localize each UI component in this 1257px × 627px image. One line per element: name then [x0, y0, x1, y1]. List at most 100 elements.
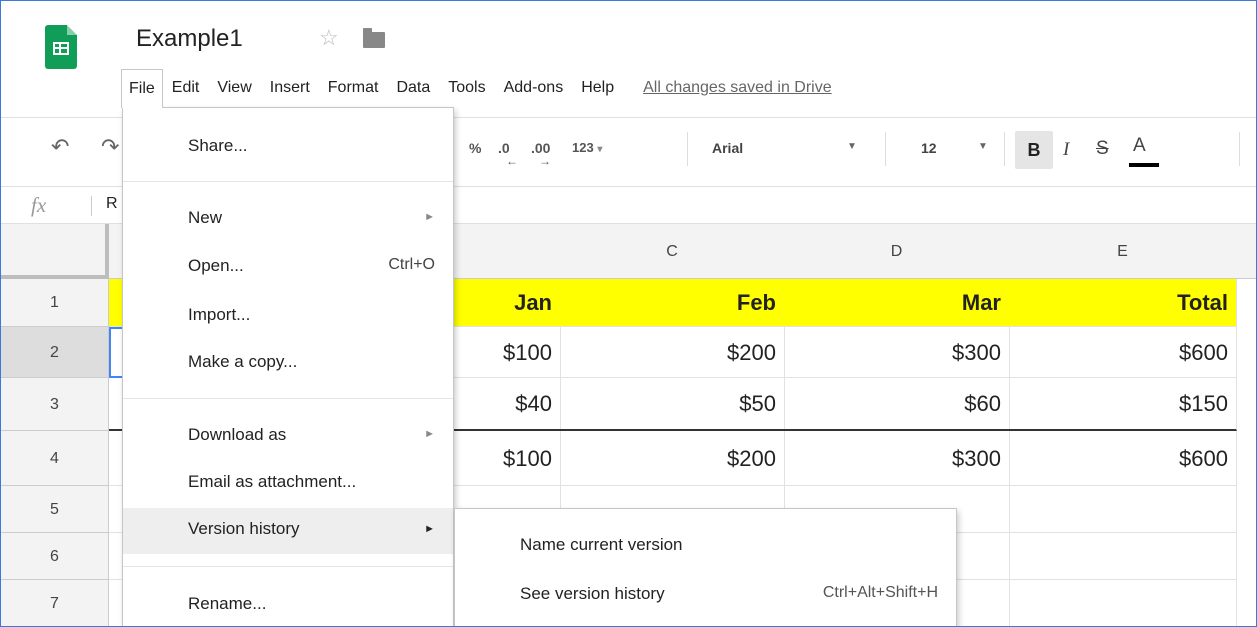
- column-header-c[interactable]: C: [560, 224, 785, 279]
- version-history-submenu: Name current version See version history…: [454, 508, 957, 626]
- menu-item-download-as[interactable]: Download as ►: [123, 417, 453, 453]
- menu-help[interactable]: Help: [572, 69, 623, 107]
- menu-item-label: Open...: [188, 256, 244, 275]
- cell-e4[interactable]: $600: [1009, 431, 1237, 486]
- strikethrough-button[interactable]: S: [1096, 138, 1109, 160]
- menu-item-email-attachment[interactable]: Email as attachment...: [123, 464, 453, 500]
- submenu-arrow-icon: ►: [424, 523, 435, 535]
- formula-input[interactable]: R: [106, 195, 118, 213]
- submenu-arrow-icon: ►: [424, 211, 435, 223]
- row-header-3[interactable]: 3: [1, 378, 109, 431]
- star-icon[interactable]: ☆: [319, 25, 339, 51]
- redo-icon[interactable]: ↷: [101, 134, 119, 160]
- cell-d2[interactable]: $300: [784, 327, 1010, 378]
- toolbar-separator: [1239, 132, 1240, 166]
- menu-item-label: Name current version: [520, 535, 683, 554]
- cell-d1[interactable]: Mar: [784, 279, 1010, 327]
- row-header-5[interactable]: 5: [1, 486, 109, 533]
- menu-item-shortcut: Ctrl+O: [388, 256, 435, 273]
- row-header-1[interactable]: 1: [1, 279, 109, 327]
- cell-e2[interactable]: $600: [1009, 327, 1237, 378]
- font-family-select[interactable]: Arial: [712, 140, 743, 156]
- menu-edit[interactable]: Edit: [163, 69, 209, 107]
- menu-item-import[interactable]: Import...: [123, 297, 453, 333]
- chevron-down-icon[interactable]: ▼: [978, 141, 988, 152]
- chevron-down-icon[interactable]: ▼: [847, 141, 857, 152]
- cell-c4[interactable]: $200: [560, 431, 785, 486]
- select-all-corner[interactable]: [1, 224, 109, 279]
- menu-bar: File Edit View Insert Format Data Tools …: [121, 68, 832, 108]
- menu-item-open[interactable]: Open... Ctrl+O: [123, 248, 453, 284]
- menu-item-name-current-version[interactable]: Name current version: [455, 527, 956, 563]
- text-color-button[interactable]: A: [1129, 135, 1159, 167]
- menu-item-share[interactable]: Share...: [123, 128, 453, 164]
- row-header-6[interactable]: 6: [1, 533, 109, 580]
- cell-empty[interactable]: [1009, 486, 1237, 533]
- menu-item-version-history[interactable]: Version history ►: [123, 508, 453, 554]
- arrow-left-icon: ←: [506, 154, 518, 168]
- menu-separator: [123, 398, 453, 399]
- menu-item-label: Version history: [188, 519, 300, 538]
- toolbar-separator: [687, 132, 688, 166]
- italic-button[interactable]: I: [1063, 139, 1069, 161]
- menu-tools[interactable]: Tools: [439, 69, 494, 107]
- menu-item-shortcut: Ctrl+Alt+Shift+H: [822, 584, 938, 601]
- arrow-right-icon: →: [539, 154, 551, 168]
- menu-item-label: Import...: [188, 305, 251, 324]
- increase-decimals-button[interactable]: .00 →: [531, 140, 551, 168]
- document-title[interactable]: Example1: [136, 25, 243, 53]
- number-formats-label: 123: [572, 140, 594, 155]
- cell-empty[interactable]: [1009, 580, 1237, 626]
- fx-icon: fx: [31, 193, 47, 217]
- cell-d3[interactable]: $60: [784, 378, 1010, 431]
- cell-c2[interactable]: $200: [560, 327, 785, 378]
- menu-data[interactable]: Data: [387, 69, 439, 107]
- font-size-select[interactable]: 12: [921, 140, 937, 156]
- menu-separator: [123, 181, 453, 182]
- menu-item-see-version-history[interactable]: See version history Ctrl+Alt+Shift+H: [455, 576, 956, 612]
- menu-item-label: Download as: [188, 425, 287, 444]
- toolbar-separator: [1004, 132, 1005, 166]
- undo-icon[interactable]: ↶: [51, 134, 69, 160]
- menu-insert[interactable]: Insert: [261, 69, 319, 107]
- column-header-e[interactable]: E: [1009, 224, 1237, 279]
- menu-item-label: Rename...: [188, 594, 267, 613]
- formula-divider: [91, 196, 92, 216]
- row-header-7[interactable]: 7: [1, 580, 109, 626]
- app-window: Example1 ☆ File Edit View Insert Format …: [0, 0, 1257, 627]
- menu-item-rename[interactable]: Rename...: [123, 586, 453, 622]
- active-cell-selection: [109, 327, 123, 378]
- menu-item-label: New: [188, 208, 223, 227]
- submenu-arrow-icon: ►: [424, 428, 435, 440]
- column-header-f[interactable]: [1236, 224, 1256, 279]
- cell-e1[interactable]: Total: [1009, 279, 1237, 327]
- menu-item-label: Share...: [188, 136, 248, 155]
- chevron-down-icon: ▾: [597, 144, 603, 155]
- decrease-decimals-button[interactable]: .0 ←: [498, 140, 518, 168]
- number-formats-button[interactable]: 123 ▾: [572, 140, 602, 155]
- folder-icon[interactable]: [363, 28, 385, 48]
- menu-file[interactable]: File: [121, 68, 163, 108]
- cell-e3[interactable]: $150: [1009, 378, 1237, 431]
- column-header-d[interactable]: D: [784, 224, 1010, 279]
- menu-addons[interactable]: Add-ons: [495, 69, 573, 107]
- menu-item-new[interactable]: New ►: [123, 200, 453, 236]
- row-header-2[interactable]: 2: [1, 327, 109, 378]
- format-percent-button[interactable]: %: [469, 140, 481, 156]
- menu-item-label: Email as attachment...: [188, 472, 357, 491]
- cell-d4[interactable]: $300: [784, 431, 1010, 486]
- menu-separator: [123, 566, 453, 567]
- row-header-4[interactable]: 4: [1, 431, 109, 486]
- menu-item-make-copy[interactable]: Make a copy...: [123, 344, 453, 380]
- cell-empty[interactable]: [1009, 533, 1237, 580]
- menu-view[interactable]: View: [208, 69, 260, 107]
- bold-button[interactable]: B: [1015, 131, 1053, 169]
- toolbar-separator: [885, 132, 886, 166]
- cell-c3[interactable]: $50: [560, 378, 785, 431]
- menu-format[interactable]: Format: [319, 69, 388, 107]
- cell-c1[interactable]: Feb: [560, 279, 785, 327]
- menu-item-label: Make a copy...: [188, 352, 298, 371]
- save-status-link[interactable]: All changes saved in Drive: [643, 79, 832, 97]
- sheets-logo-icon[interactable]: [45, 25, 77, 69]
- file-menu-dropdown: Share... New ► Open... Ctrl+O Import... …: [122, 107, 454, 626]
